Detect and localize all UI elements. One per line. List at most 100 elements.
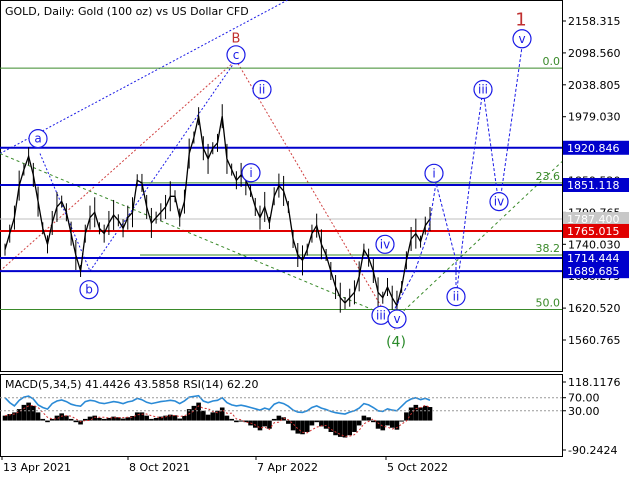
- price-level-label: 1765.015: [567, 225, 620, 238]
- wave-label-minor: iii: [478, 83, 488, 97]
- wave-label-minor: iv: [380, 237, 390, 251]
- wave-label-minor: v: [393, 312, 400, 326]
- x-tick-label: 5 Oct 2022: [387, 461, 448, 474]
- macd-bar: [219, 407, 225, 421]
- macd-bar: [356, 420, 362, 426]
- fib-label: 0.0: [543, 55, 561, 68]
- indicator-tick-label: -90.2424: [568, 444, 617, 457]
- macd-bar: [286, 420, 291, 424]
- macd-bar: [2, 415, 8, 421]
- macd-bar: [224, 415, 230, 421]
- macd-bar: [413, 404, 419, 421]
- macd-bar: [323, 420, 329, 429]
- macd-bar: [21, 404, 27, 421]
- wave-label-major: 1: [515, 9, 526, 30]
- wave-label-minor: v: [518, 32, 525, 46]
- y-tick-label: 1740.030: [568, 238, 621, 251]
- macd-bar: [234, 420, 239, 423]
- wave-label-minor: ii: [453, 290, 460, 304]
- wave-label-major: B: [232, 32, 241, 47]
- macd-bar: [352, 420, 357, 432]
- macd-bar: [149, 418, 154, 421]
- wave-label-minor: ii: [259, 83, 266, 97]
- macd-bar: [134, 412, 140, 421]
- macd-bar: [177, 418, 183, 421]
- macd-bar: [361, 415, 367, 421]
- macd-bar: [375, 420, 381, 429]
- macd-bar: [130, 415, 135, 421]
- macd-bar: [385, 420, 390, 426]
- fib-label: 50.0: [536, 296, 561, 309]
- macd-bar: [262, 420, 268, 427]
- macd-bar: [394, 420, 400, 430]
- price-chart: 0.023.638.250.0 B1(4)abciiiiviii viiiiiii…: [0, 0, 640, 480]
- price-level-label: 1689.685: [567, 265, 620, 278]
- macd-bar: [229, 418, 234, 421]
- wave-label-minor: a: [34, 132, 41, 146]
- macd-bar: [182, 415, 187, 421]
- macd-bar: [40, 418, 46, 421]
- price-level-label: 1851.118: [567, 179, 620, 192]
- macd-bar: [31, 405, 36, 421]
- macd-bar: [342, 420, 348, 438]
- macd-bar: [427, 407, 433, 421]
- macd-bar: [101, 418, 107, 421]
- macd-bar: [257, 420, 263, 431]
- macd-bar: [252, 420, 258, 428]
- x-tick-label: 8 Oct 2021: [129, 461, 190, 474]
- macd-bar: [196, 402, 201, 421]
- macd-bar: [210, 412, 216, 421]
- fib-label: 23.6: [536, 170, 561, 183]
- macd-bar: [97, 417, 102, 421]
- wave-label-major: (4): [386, 334, 406, 350]
- macd-bar: [304, 420, 310, 432]
- macd-bar: [139, 412, 145, 421]
- macd-bar: [366, 417, 371, 421]
- macd-bar: [267, 420, 272, 429]
- macd-bar: [404, 412, 409, 421]
- chart-title: GOLD, Daily: Gold (100 oz) vs US Dollar …: [5, 5, 249, 18]
- indicator-tick-label: 70.00: [568, 392, 600, 405]
- wave-label-minor: i: [432, 166, 435, 180]
- wave-label-minor: i: [249, 166, 252, 180]
- macd-bar: [271, 418, 277, 421]
- wave-label-minor: iv: [494, 195, 504, 209]
- macd-bar: [26, 402, 31, 421]
- y-tick-label: 1560.765: [568, 334, 621, 347]
- macd-bar: [201, 410, 206, 421]
- wave-label-minor: iii: [376, 308, 386, 322]
- macd-bar: [172, 415, 178, 421]
- macd-bar: [333, 420, 338, 436]
- macd-bar: [276, 415, 282, 421]
- price-level-label: 1920.846: [567, 142, 620, 155]
- macd-bar: [35, 412, 41, 421]
- macd-bar: [389, 420, 395, 428]
- macd-bar: [399, 420, 404, 422]
- macd-bar: [144, 415, 149, 421]
- wave-label-minor: b: [85, 283, 93, 297]
- wave-label-minor: c: [233, 48, 240, 62]
- macd-bar: [422, 405, 428, 421]
- y-tick-label: 1979.030: [568, 111, 621, 124]
- fib-label: 38.2: [536, 242, 561, 255]
- y-tick-label: 1620.520: [568, 302, 621, 315]
- macd-bar: [314, 420, 319, 423]
- macd-bar: [120, 418, 126, 421]
- macd-bar: [45, 420, 50, 423]
- macd-bar: [337, 420, 343, 437]
- macd-bar: [418, 407, 423, 421]
- macd-bar: [309, 420, 315, 426]
- y-tick-label: 2098.560: [568, 47, 621, 60]
- macd-bar: [92, 415, 98, 421]
- macd-bar: [205, 414, 211, 421]
- macd-bar: [191, 405, 197, 421]
- macd-bar: [347, 420, 353, 436]
- y-tick-label: 2158.315: [568, 15, 621, 28]
- macd-bar: [64, 415, 69, 421]
- indicator-title: MACD(5,34,5) 41.4426 43.5858 RSI(14) 62.…: [5, 378, 258, 391]
- macd-bar: [59, 413, 64, 421]
- macd-bar: [68, 418, 74, 421]
- x-tick-label: 7 Apr 2022: [257, 461, 318, 474]
- y-tick-label: 2038.805: [568, 79, 621, 92]
- price-level-label: 1714.444: [567, 252, 620, 265]
